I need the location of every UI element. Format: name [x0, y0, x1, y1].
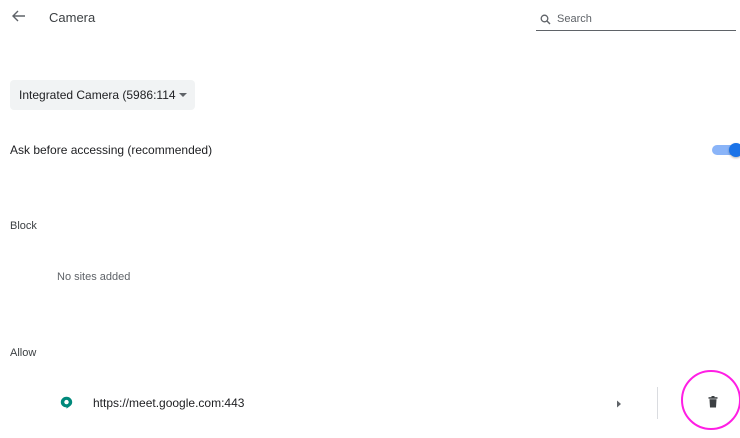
page-title: Camera [49, 10, 96, 25]
camera-device-selected: Integrated Camera (5986:114⁠ [19, 88, 176, 102]
search-icon [538, 12, 552, 26]
delete-site-button[interactable] [702, 393, 724, 415]
arrow-right-icon[interactable] [612, 397, 626, 411]
ask-before-accessing-label: Ask before accessing (recommended) [10, 143, 213, 157]
header: Camera [0, 0, 740, 36]
search-input[interactable] [552, 13, 727, 25]
ask-before-accessing-toggle[interactable] [707, 141, 740, 159]
block-empty-text: No sites added [57, 271, 131, 283]
allowed-site-url[interactable]: https://meet.google.com:443 [93, 396, 244, 410]
camera-device-dropdown[interactable]: Integrated Camera (5986:114⁠ [10, 80, 195, 110]
ask-before-accessing-row: Ask before accessing (recommended) [10, 140, 740, 160]
toggle-knob [729, 143, 740, 157]
allowed-site-row[interactable]: https://meet.google.com:443 [0, 385, 740, 421]
arrow-left-icon [12, 9, 26, 27]
back-button[interactable] [9, 9, 29, 27]
row-divider [657, 387, 658, 419]
caret-down-icon [178, 93, 187, 97]
allow-section-heading: Allow [10, 347, 37, 359]
block-section-heading: Block [10, 220, 37, 232]
camera-settings-page: Camera Integrated Camera (5986:114⁠ Ask … [0, 0, 740, 438]
trash-icon [708, 395, 718, 413]
google-meet-icon [60, 396, 73, 409]
search-box[interactable] [536, 8, 736, 31]
